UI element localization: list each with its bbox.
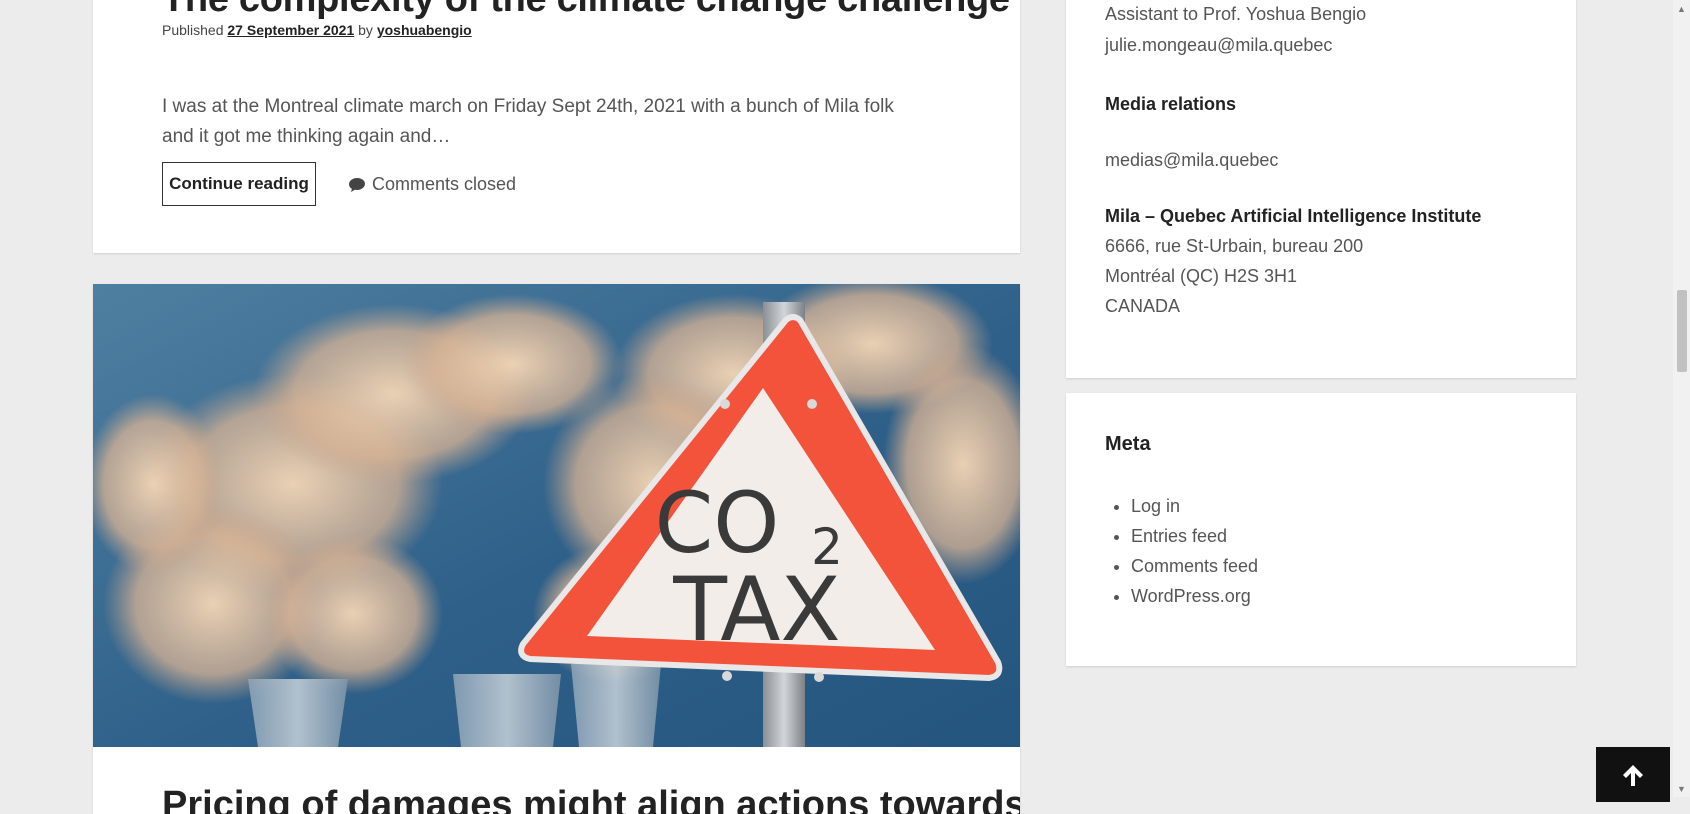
post-date-link[interactable]: 27 September 2021 xyxy=(227,22,354,38)
post-title[interactable]: The complexity of the climate change cha… xyxy=(162,0,1010,18)
sign-text-tax: TAX xyxy=(672,558,840,661)
address-country: CANADA xyxy=(1105,296,1181,316)
post-title[interactable]: Pricing of damages might align actions t… xyxy=(162,786,1020,814)
assistant-email[interactable]: julie.mongeau@mila.quebec xyxy=(1105,35,1332,56)
list-item: Log in xyxy=(1131,491,1258,521)
meta-widget: Meta Log in Entries feed Comments feed W… xyxy=(1066,393,1576,666)
list-item: Entries feed xyxy=(1131,521,1258,551)
scroll-down-icon[interactable]: ▼ xyxy=(1673,780,1690,797)
published-label: Published xyxy=(162,22,224,38)
address-line: Montréal (QC) H2S 3H1 xyxy=(1105,266,1298,286)
arrow-up-icon xyxy=(1623,764,1643,786)
meta-links-list: Log in Entries feed Comments feed WordPr… xyxy=(1105,491,1258,611)
entries-feed-link[interactable]: Entries feed xyxy=(1131,526,1227,546)
comments-label: Comments closed xyxy=(372,174,517,194)
comment-icon xyxy=(349,177,365,192)
log-in-link[interactable]: Log in xyxy=(1131,496,1180,516)
vertical-scrollbar[interactable]: ▲ ▼ xyxy=(1673,0,1690,797)
back-to-top-button[interactable] xyxy=(1596,747,1670,802)
scroll-up-icon[interactable]: ▲ xyxy=(1673,0,1690,17)
comments-status: Comments closed xyxy=(348,174,516,195)
widget-title: Meta xyxy=(1105,433,1151,455)
post-meta: Published 27 September 2021 by yoshuaben… xyxy=(162,22,472,38)
assistant-name: Assistant to Prof. Yoshua Bengio xyxy=(1105,4,1367,24)
author-link[interactable]: yoshuabengio xyxy=(377,22,472,38)
list-item: Comments feed xyxy=(1131,551,1258,581)
scrollbar-thumb[interactable] xyxy=(1677,290,1687,372)
address-line: 6666, rue St-Urbain, bureau 200 xyxy=(1105,236,1364,256)
list-item: WordPress.org xyxy=(1131,581,1258,611)
post-card: The complexity of the climate change cha… xyxy=(93,0,1020,253)
post-excerpt: I was at the Montreal climate march on F… xyxy=(162,96,894,147)
media-email[interactable]: medias@mila.quebec xyxy=(1105,150,1278,171)
wordpress-org-link[interactable]: WordPress.org xyxy=(1131,586,1251,606)
contact-widget: Assistant to Prof. Yoshua Bengio julie.m… xyxy=(1066,0,1576,378)
continue-reading-button[interactable]: Continue reading xyxy=(162,162,316,206)
institute-name: Mila – Quebec Artificial Intelligence In… xyxy=(1105,206,1482,226)
post-featured-image[interactable]: CO 2 TAX xyxy=(93,284,1020,747)
by-label: by xyxy=(358,22,373,38)
comments-feed-link[interactable]: Comments feed xyxy=(1131,556,1258,576)
media-relations-heading: Media relations xyxy=(1105,94,1237,114)
post-card: CO 2 TAX Pricing of damages might align … xyxy=(93,284,1020,814)
